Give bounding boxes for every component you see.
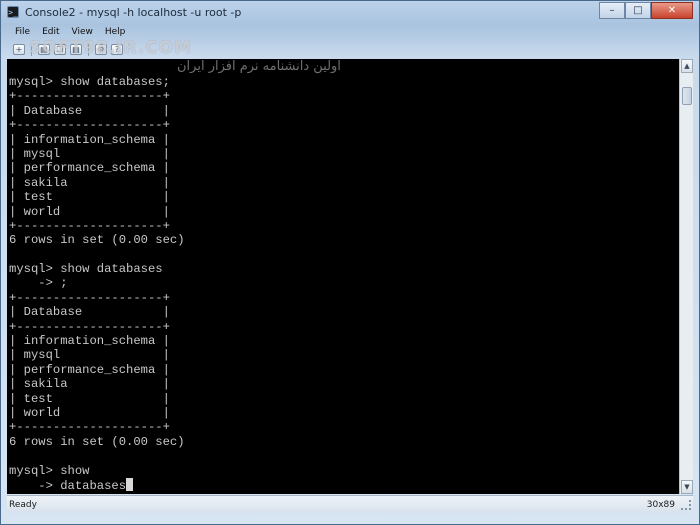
- terminal-line: | sakila |: [9, 175, 170, 190]
- terminal-line: | test |: [9, 190, 170, 205]
- text-cursor: [126, 477, 134, 491]
- status-text: Ready: [9, 499, 37, 510]
- terminal-line: | mysql |: [9, 146, 170, 161]
- terminal-line: | performance_schema |: [9, 161, 170, 176]
- terminal-line: | information_schema |: [9, 334, 170, 349]
- terminal-line: -> ;: [9, 276, 68, 291]
- terminal-line: -> databases: [9, 477, 185, 493]
- terminal-line: +--------------------+: [9, 118, 170, 133]
- terminal-line: mysql> show databases;: [9, 75, 170, 89]
- close-button[interactable]: ✕: [651, 2, 693, 19]
- terminal-line: mysql> show databases: [9, 262, 163, 277]
- menu-edit[interactable]: Edit: [36, 27, 65, 37]
- vertical-scrollbar[interactable]: ▲ ▼: [679, 59, 693, 494]
- resize-grip-icon[interactable]: [681, 499, 691, 510]
- terminal-line: 6 rows in set (0.00 sec): [9, 233, 185, 248]
- terminal-line: +--------------------+: [9, 319, 170, 334]
- terminal-line: | mysql |: [9, 348, 170, 363]
- terminal-line: 6 rows in set (0.00 sec): [9, 434, 185, 449]
- terminal-output: mysql> show databases; +-----------------…: [9, 75, 185, 493]
- terminal-line: | information_schema |: [9, 132, 170, 147]
- terminal-line: | test |: [9, 391, 170, 406]
- console-size: 30x89: [646, 499, 675, 510]
- scroll-thumb[interactable]: [682, 87, 692, 105]
- title-bar[interactable]: >_ Console2 - mysql -h localhost -u root…: [1, 1, 699, 23]
- minimize-button[interactable]: –: [599, 2, 625, 19]
- console-app-icon: >_: [7, 6, 19, 18]
- terminal-line: | world |: [9, 405, 170, 420]
- window-title: Console2 - mysql -h localhost -u root -p: [25, 5, 242, 19]
- status-right: 30x89: [646, 499, 693, 510]
- terminal-line: | world |: [9, 204, 170, 219]
- site-watermark: SOFT98.IR.COM: [29, 38, 193, 58]
- new-tab-icon[interactable]: +: [13, 44, 25, 55]
- terminal-line: | performance_schema |: [9, 362, 170, 377]
- console-window: >_ Console2 - mysql -h localhost -u root…: [0, 0, 700, 525]
- scroll-up-icon[interactable]: ▲: [681, 59, 693, 73]
- menu-view[interactable]: View: [66, 27, 99, 37]
- menu-help[interactable]: Help: [99, 27, 132, 37]
- terminal-line: | Database |: [9, 103, 170, 118]
- scroll-down-icon[interactable]: ▼: [681, 480, 693, 494]
- terminal-line: +--------------------+: [9, 89, 170, 104]
- terminal-line: +--------------------+: [9, 218, 170, 233]
- window-controls: – □ ✕: [599, 2, 693, 19]
- terminal-line: +--------------------+: [9, 290, 170, 305]
- terminal-line: +--------------------+: [9, 420, 170, 435]
- terminal-view[interactable]: اولین دانشنامه نرم افزار ایران mysql> sh…: [7, 59, 679, 494]
- menu-file[interactable]: File: [9, 27, 36, 37]
- persian-watermark: اولین دانشنامه نرم افزار ایران: [177, 59, 341, 74]
- terminal-line: | Database |: [9, 305, 170, 320]
- terminal-line: mysql> show: [9, 463, 90, 478]
- terminal-line: | sakila |: [9, 377, 170, 392]
- status-bar: Ready 30x89: [7, 495, 693, 513]
- maximize-button[interactable]: □: [625, 2, 651, 19]
